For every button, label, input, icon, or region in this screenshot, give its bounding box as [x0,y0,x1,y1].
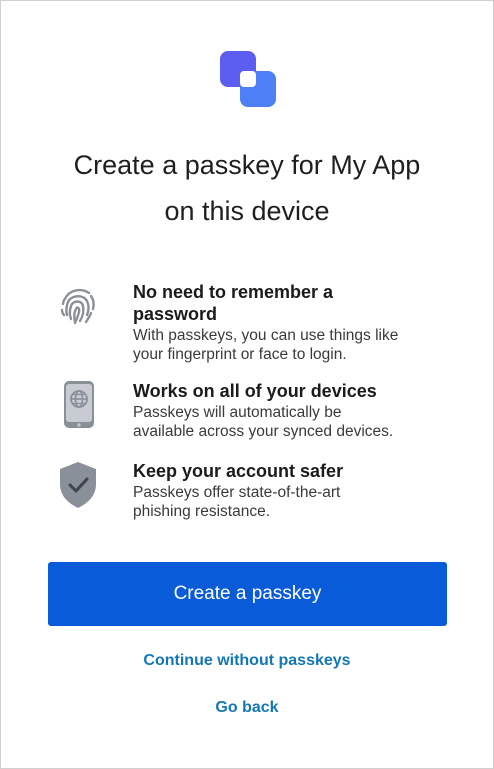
feature-desc-line-2: available across your synced devices. [133,423,394,440]
feature-text: Works on all of your devices Passkeys wi… [133,380,463,441]
continue-without-passkeys-link[interactable]: Continue without passkeys [1,650,493,672]
feature-text: No need to remember a password With pass… [133,281,463,364]
title-line-2: on this device [164,196,330,226]
device-globe-icon [56,380,104,432]
title-line-1: Create a passkey for My App [73,150,421,180]
feature-desc-line-2: your fingerprint or face to login. [133,346,347,363]
feature-title: Works on all of your devices [133,381,377,401]
feature-description: Passkeys offer state-of-the-art phishing… [133,483,463,521]
create-passkey-button[interactable]: Create a passkey [48,562,447,626]
passkey-dialog: Create a passkey for My App on this devi… [0,0,494,769]
feature-description: Passkeys will automatically be available… [133,403,463,441]
feature-text: Keep your account safer Passkeys offer s… [133,460,463,521]
feature-desc-line-2: phishing resistance. [133,503,270,520]
feature-desc-line-1: Passkeys offer state-of-the-art [133,484,341,501]
feature-desc-line-1: Passkeys will automatically be [133,404,342,421]
feature-description: With passkeys, you can use things like y… [133,326,463,364]
page-title: Create a passkey for My App on this devi… [1,142,493,234]
feature-title-line-1: No need to remember a [133,282,334,302]
go-back-link[interactable]: Go back [1,697,493,719]
feature-desc-line-1: With passkeys, you can use things like [133,327,399,344]
fingerprint-icon [56,283,104,335]
feature-title-line-2: password [133,304,218,324]
feature-title: No need to remember a password [133,281,463,325]
shield-check-icon [56,460,104,512]
app-logo [218,49,278,109]
feature-title: Keep your account safer [133,461,344,481]
